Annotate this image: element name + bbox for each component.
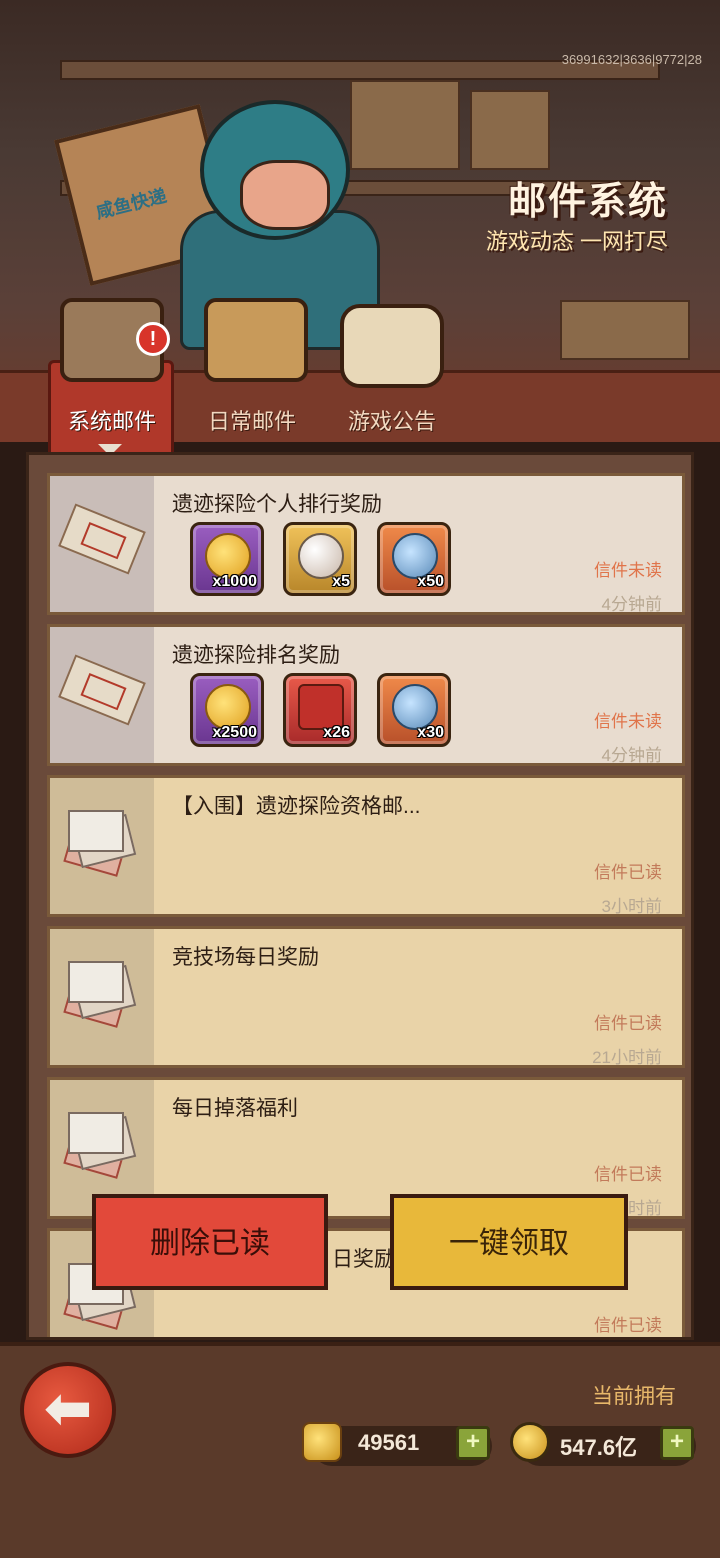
gold-ingot-icon bbox=[302, 1422, 342, 1462]
server-id-text: 36991632|3636|9772|28 bbox=[561, 52, 702, 67]
warehouse-box bbox=[470, 90, 550, 170]
mail-time: 4分钟前 bbox=[601, 595, 662, 614]
back-arrow-icon: ⬅ bbox=[43, 1376, 93, 1441]
reward-item[interactable]: x26 bbox=[283, 673, 357, 747]
resource-value: 49561 bbox=[358, 1430, 420, 1455]
opened-letter-icon bbox=[63, 961, 137, 1028]
reward-count: x30 bbox=[417, 724, 444, 741]
mail-title: 日奖励 bbox=[332, 1248, 395, 1271]
mail-time: 21小时前 bbox=[592, 1048, 662, 1067]
reward-item[interactable]: x1000 bbox=[190, 522, 264, 596]
mail-title: 遗迹探险个人排行奖励 bbox=[172, 493, 382, 516]
currency-label: 当前拥有 bbox=[592, 1385, 676, 1408]
mail-item[interactable]: 遗迹探险排名奖励 x2500 x26 x30 信件未读 4分钟前 bbox=[47, 624, 685, 766]
mail-title: 每日掉落福利 bbox=[172, 1097, 298, 1120]
back-button[interactable]: ⬅ bbox=[20, 1362, 116, 1458]
mail-item[interactable]: 竞技场每日奖励 信件已读 21小时前 bbox=[47, 926, 685, 1068]
mail-item[interactable]: 【入围】遗迹探险资格邮... 信件已读 3小时前 bbox=[47, 775, 685, 917]
mail-status: 信件已读 bbox=[594, 1165, 662, 1184]
tab-system-mail[interactable]: 系统邮件 bbox=[68, 404, 156, 436]
reward-item[interactable]: x30 bbox=[377, 673, 451, 747]
letter-tray-icon bbox=[204, 298, 308, 382]
tab-daily-mail[interactable]: 日常邮件 bbox=[208, 404, 296, 436]
add-gold-button[interactable]: + bbox=[456, 1426, 490, 1460]
resource-value: 547.6亿 bbox=[560, 1435, 638, 1460]
reward-item[interactable]: x5 bbox=[283, 522, 357, 596]
warehouse-box bbox=[350, 80, 460, 170]
reward-count: x1000 bbox=[212, 573, 258, 590]
delete-read-button[interactable]: 删除已读 bbox=[92, 1194, 328, 1290]
opened-letter-icon bbox=[63, 1112, 137, 1179]
mail-item[interactable]: 遗迹探险个人排行奖励 x1000 x5 x50 信件未读 4分钟前 bbox=[47, 473, 685, 615]
mail-status: 信件未读 bbox=[594, 561, 662, 580]
mail-icon-area bbox=[50, 627, 154, 763]
sealed-envelope-icon bbox=[58, 503, 146, 575]
mail-title: 【入围】遗迹探险资格邮... bbox=[172, 795, 421, 818]
page-title: 邮件系统 bbox=[507, 181, 668, 223]
resource-coin-bar: 547.6亿 + bbox=[510, 1422, 696, 1466]
claim-all-button[interactable]: 一键领取 bbox=[390, 1194, 628, 1290]
warehouse-box bbox=[560, 300, 690, 360]
reward-count: x2500 bbox=[212, 724, 258, 741]
mail-time: 3小时前 bbox=[601, 897, 662, 916]
mail-icon-area bbox=[50, 929, 154, 1065]
mail-status: 信件已读 bbox=[594, 863, 662, 882]
mail-title: 遗迹探险排名奖励 bbox=[172, 644, 340, 667]
notification-badge: ! bbox=[136, 322, 170, 356]
resource-gold-bar: 49561 + bbox=[302, 1422, 492, 1466]
sealed-envelope-icon bbox=[58, 654, 146, 726]
mail-status: 信件已读 bbox=[594, 1316, 662, 1335]
mail-status: 信件已读 bbox=[594, 1014, 662, 1033]
mail-icon-area bbox=[50, 476, 154, 612]
reward-item[interactable]: x2500 bbox=[190, 673, 264, 747]
opened-letter-icon bbox=[63, 810, 137, 877]
reward-item[interactable]: x50 bbox=[377, 522, 451, 596]
mail-title: 竞技场每日奖励 bbox=[172, 946, 319, 969]
page-subtitle: 游戏动态 一网打尽 bbox=[485, 229, 668, 254]
tab-announcements[interactable]: 游戏公告 bbox=[348, 404, 436, 436]
radio-icon bbox=[340, 304, 444, 388]
add-coin-button[interactable]: + bbox=[660, 1426, 694, 1460]
mail-status: 信件未读 bbox=[594, 712, 662, 731]
copper-coin-icon bbox=[510, 1422, 550, 1462]
reward-count: x5 bbox=[332, 573, 350, 590]
reward-count: x50 bbox=[417, 573, 444, 590]
mail-time: 4分钟前 bbox=[601, 746, 662, 765]
reward-count: x26 bbox=[323, 724, 350, 741]
mail-icon-area bbox=[50, 778, 154, 914]
courier-face bbox=[240, 160, 330, 230]
